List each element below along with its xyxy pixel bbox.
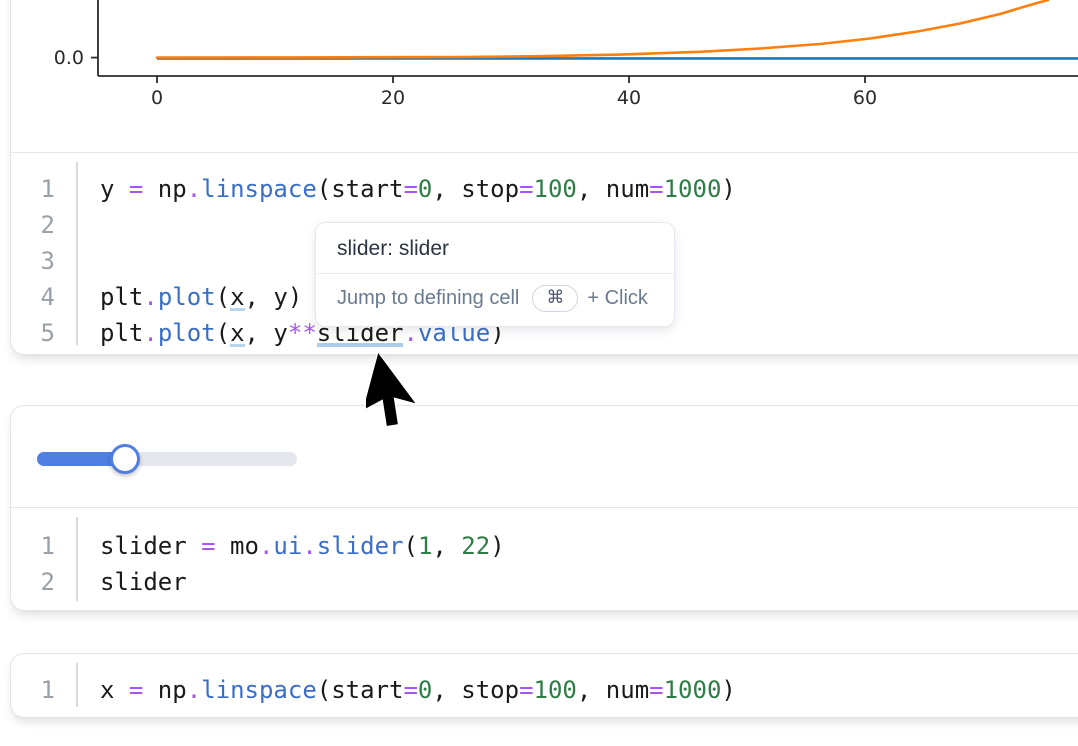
code-token[interactable]: . [259, 532, 273, 560]
code-token[interactable]: 100 [534, 175, 577, 203]
code-token[interactable]: 0 [418, 175, 432, 203]
svg-text:0: 0 [151, 87, 163, 109]
code-token[interactable]: x [100, 676, 129, 704]
code-token[interactable]: ) [721, 175, 735, 203]
code-line[interactable]: 1slider = mo.ui.slider(1, 22) [11, 528, 1078, 564]
code-token[interactable]: x [230, 319, 244, 347]
code-token[interactable]: np [143, 676, 186, 704]
marimo-notebook: 0.00204060 1y = np.linspace(start=0, sto… [0, 0, 1078, 746]
code-token[interactable]: 1000 [664, 676, 722, 704]
code-token[interactable]: , y) [245, 283, 303, 311]
code-token[interactable]: (start [317, 175, 404, 203]
code-token[interactable]: y [100, 175, 129, 203]
line-number: 1 [11, 171, 67, 207]
code-token[interactable]: ui [273, 532, 302, 560]
line-number: 3 [11, 243, 67, 279]
code-token[interactable]: = [649, 175, 663, 203]
code-token[interactable]: = [649, 676, 663, 704]
code-token[interactable]: . [143, 283, 157, 311]
code-token[interactable]: ( [216, 283, 230, 311]
code-token[interactable]: . [187, 676, 201, 704]
code-token[interactable]: mo [216, 532, 259, 560]
line-number: 1 [11, 672, 67, 708]
code-token[interactable]: plt [100, 283, 143, 311]
code-token[interactable]: , stop [432, 175, 519, 203]
slider-cell: 1slider = mo.ui.slider(1, 22)2slider [10, 405, 1078, 611]
variable-tooltip: slider: slider Jump to defining cell ⌘ +… [315, 222, 675, 327]
code-token[interactable]: x [230, 283, 244, 311]
line-number: 2 [11, 207, 67, 243]
code-line[interactable]: 2 slider [11, 564, 1078, 600]
code-text[interactable]: y = np.linspace(start=0, stop=100, num=1… [67, 171, 736, 207]
code-token[interactable]: , stop [432, 676, 519, 704]
code-token[interactable]: . [143, 319, 157, 347]
code-token[interactable]: = [519, 175, 533, 203]
code-text[interactable] [67, 243, 100, 279]
svg-text:60: 60 [853, 87, 877, 109]
line-number: 5 [11, 315, 67, 351]
code-text[interactable]: plt.plot(x, y) [67, 279, 302, 315]
code-token[interactable]: , num [577, 175, 649, 203]
code-token[interactable]: = [129, 175, 143, 203]
code-token[interactable]: 100 [534, 676, 577, 704]
code-token[interactable]: 0 [418, 676, 432, 704]
code-token[interactable]: ) [490, 532, 504, 560]
code-token[interactable]: slider [100, 532, 201, 560]
command-key-icon: ⌘ [532, 285, 578, 312]
tooltip-hint-row: Jump to defining cell ⌘ + Click [316, 274, 674, 326]
code-editor[interactable]: 1x = np.linspace(start=0, stop=100, num=… [11, 654, 1078, 716]
code-token[interactable]: = [129, 676, 143, 704]
code-token[interactable]: = [403, 676, 417, 704]
code-editor[interactable]: 1slider = mo.ui.slider(1, 22)2slider [11, 507, 1078, 610]
slider-track[interactable] [37, 452, 297, 466]
code-token[interactable]: , y [245, 319, 288, 347]
code-token[interactable]: slider [100, 568, 187, 596]
code-token[interactable]: 1 [418, 532, 432, 560]
code-token[interactable]: ** [288, 319, 317, 347]
code-text[interactable] [67, 207, 100, 243]
plot-output: 0.0 0 20 40 60 [11, 0, 1078, 152]
tooltip-hint-suffix: + Click [587, 287, 648, 310]
tooltip-title: slider: slider [316, 223, 674, 273]
code-token[interactable]: linspace [201, 175, 317, 203]
line-number: 1 [11, 528, 67, 564]
code-line[interactable]: 1y = np.linspace(start=0, stop=100, num=… [11, 171, 1078, 207]
code-token[interactable]: , num [577, 676, 649, 704]
code-text[interactable]: x = np.linspace(start=0, stop=100, num=1… [67, 672, 736, 708]
code-token[interactable]: plot [158, 283, 216, 311]
line-number: 2 [11, 564, 67, 600]
code-token[interactable]: . [302, 532, 316, 560]
code-text[interactable]: slider [67, 564, 187, 600]
code-token[interactable]: (start [317, 676, 404, 704]
line-number: 4 [11, 279, 67, 315]
slider-thumb[interactable] [110, 444, 140, 474]
code-token[interactable]: = [519, 676, 533, 704]
code-token[interactable]: np [143, 175, 186, 203]
code-token[interactable]: , [432, 532, 461, 560]
code-token[interactable]: plot [158, 319, 216, 347]
code-line[interactable]: 1x = np.linspace(start=0, stop=100, num=… [11, 672, 1078, 708]
slider-output [11, 406, 1078, 507]
x-cell: 1x = np.linspace(start=0, stop=100, num=… [10, 653, 1078, 718]
svg-text:40: 40 [617, 87, 641, 109]
code-token[interactable]: slider [317, 532, 404, 560]
code-token[interactable]: ) [721, 676, 735, 704]
code-token[interactable]: 1000 [664, 175, 722, 203]
code-token[interactable]: 22 [461, 532, 490, 560]
code-text[interactable]: slider = mo.ui.slider(1, 22) [67, 528, 505, 564]
svg-text:0.0: 0.0 [54, 47, 84, 69]
code-token[interactable]: = [403, 175, 417, 203]
code-token[interactable]: . [187, 175, 201, 203]
code-token[interactable]: linspace [201, 676, 317, 704]
tooltip-hint-text: Jump to defining cell [337, 287, 519, 310]
code-token[interactable]: ( [403, 532, 417, 560]
code-token[interactable]: ( [216, 319, 230, 347]
matplotlib-figure: 0.0 0 20 40 60 [11, 0, 1078, 112]
code-token[interactable]: plt [100, 319, 143, 347]
svg-text:20: 20 [381, 87, 405, 109]
mouse-cursor-icon [366, 349, 444, 453]
code-token[interactable]: = [201, 532, 215, 560]
